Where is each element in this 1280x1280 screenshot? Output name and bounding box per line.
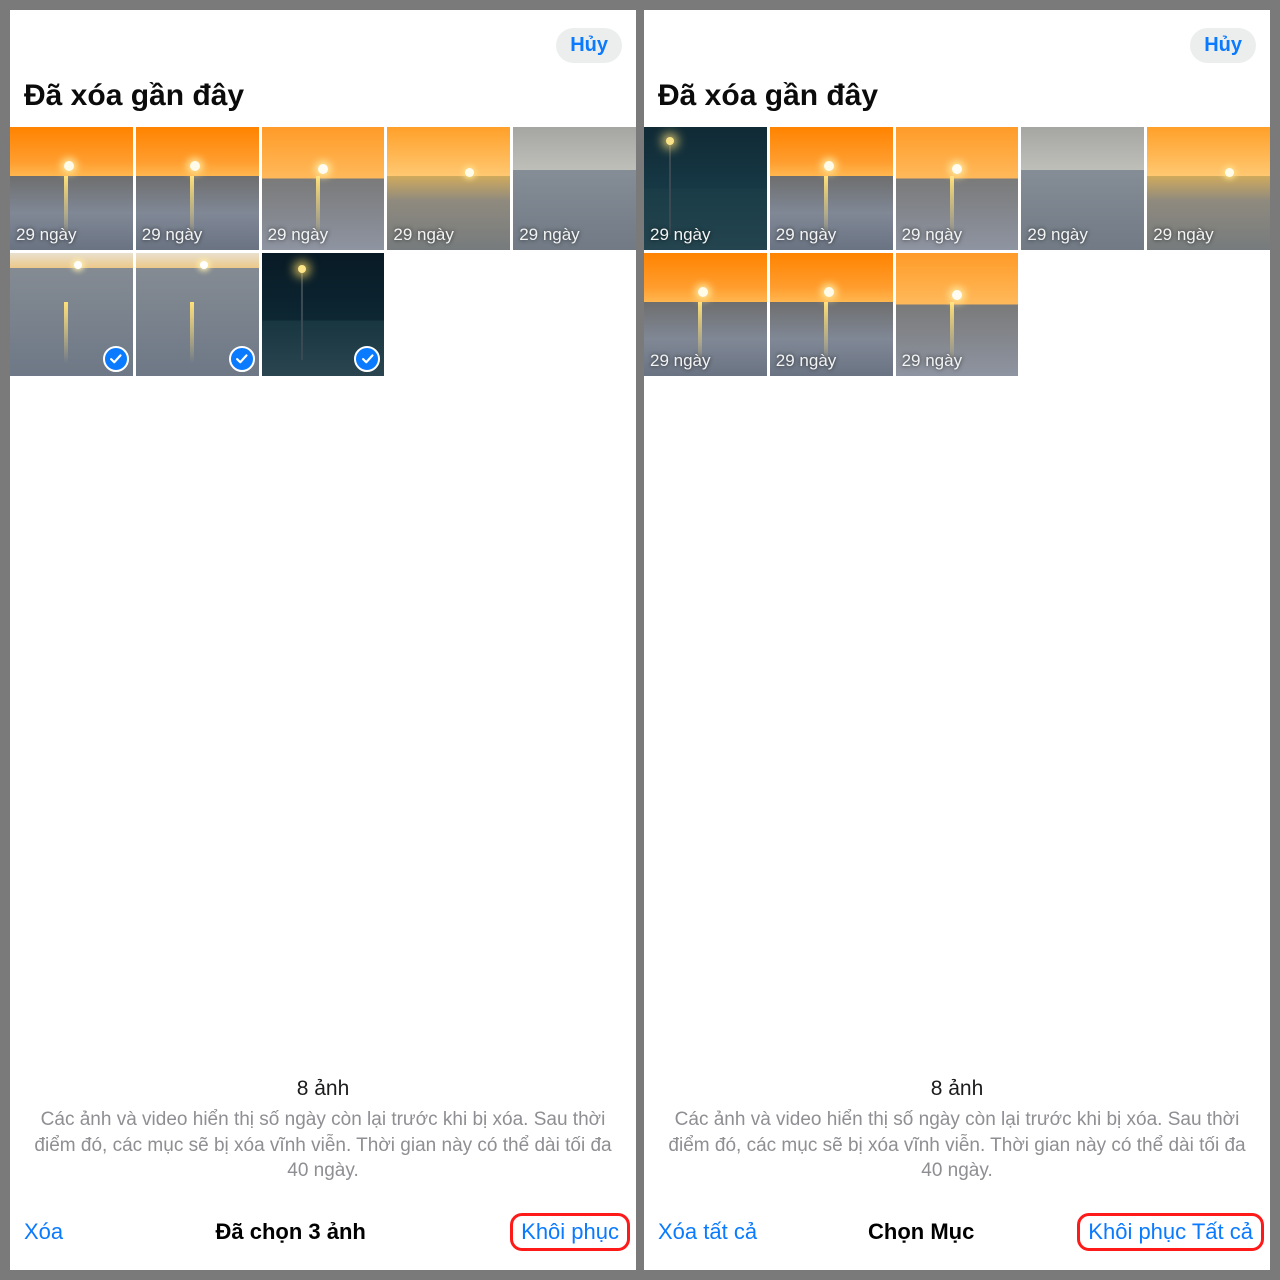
summary: 8 ảnh Các ảnh và video hiển thị số ngày … [644,1077,1270,1202]
photo-thumbnail[interactable]: 29 ngày [896,127,1019,250]
cancel-button[interactable]: Hủy [556,28,622,63]
summary-description: Các ảnh và video hiển thị số ngày còn lạ… [22,1107,624,1184]
recover-all-button[interactable]: Khôi phục Tất cả [1077,1213,1264,1251]
photo-thumbnail[interactable]: 29 ngày [513,127,636,250]
photo-count: 8 ảnh [22,1077,624,1101]
page-title: Đã xóa gần đây [644,69,1270,127]
days-remaining-label: 29 ngày [902,351,963,371]
topbar: Hủy [10,10,636,69]
selection-status: Đã chọn 3 ảnh [63,1219,518,1245]
days-remaining-label: 29 ngày [519,225,580,245]
days-remaining-label: 29 ngày [268,225,329,245]
photo-thumbnail[interactable] [136,253,259,376]
selected-check-icon [103,346,129,372]
pane-left: Hủy Đã xóa gần đây 29 ngày29 ngày29 ngày… [10,10,636,1270]
select-mode-label: Chọn Mục [757,1219,1085,1245]
days-remaining-label: 29 ngày [142,225,203,245]
selected-check-icon [354,346,380,372]
photo-grid: 29 ngày 29 ngày 29 ngày 29 ngày 29 ngày 29 ng… [644,127,1270,376]
photo-thumbnail[interactable]: 29 ngày [1021,127,1144,250]
photo-thumbnail[interactable]: 29 ngày [10,127,133,250]
bottom-toolbar: Xóa tất cả Chọn Mục Khôi phục Tất cả [644,1202,1270,1270]
days-remaining-label: 29 ngày [650,351,711,371]
photo-thumbnail[interactable]: 29 ngày [136,127,259,250]
days-remaining-label: 29 ngày [1153,225,1214,245]
days-remaining-label: 29 ngày [776,225,837,245]
photo-thumbnail[interactable]: 29 ngày [644,253,767,376]
selected-check-icon [229,346,255,372]
delete-all-button[interactable]: Xóa tất cả [658,1219,757,1245]
cancel-button[interactable]: Hủy [1190,28,1256,63]
bottom-toolbar: Xóa Đã chọn 3 ảnh Khôi phục [10,1202,636,1270]
pane-right: Hủy Đã xóa gần đây 29 ngày29 ngày29 ngày… [644,10,1270,1270]
photo-count: 8 ảnh [656,1077,1258,1101]
days-remaining-label: 29 ngày [776,351,837,371]
summary: 8 ảnh Các ảnh và video hiển thị số ngày … [10,1077,636,1202]
photo-thumbnail[interactable]: 29 ngày [770,127,893,250]
photo-thumbnail[interactable] [10,253,133,376]
photo-thumbnail[interactable] [262,253,385,376]
days-remaining-label: 29 ngày [16,225,77,245]
photo-thumbnail[interactable]: 29 ngày [770,253,893,376]
days-remaining-label: 29 ngày [1027,225,1088,245]
photo-thumbnail[interactable]: 29 ngày [1147,127,1270,250]
page-title: Đã xóa gần đây [10,69,636,127]
summary-description: Các ảnh và video hiển thị số ngày còn lạ… [656,1107,1258,1184]
photo-thumbnail[interactable]: 29 ngày [896,253,1019,376]
days-remaining-label: 29 ngày [393,225,454,245]
topbar: Hủy [644,10,1270,69]
delete-button[interactable]: Xóa [24,1219,63,1245]
days-remaining-label: 29 ngày [650,225,711,245]
recover-button[interactable]: Khôi phục [510,1213,630,1251]
photo-thumbnail[interactable]: 29 ngày [644,127,767,250]
days-remaining-label: 29 ngày [902,225,963,245]
photo-thumbnail[interactable]: 29 ngày [262,127,385,250]
photo-thumbnail[interactable]: 29 ngày [387,127,510,250]
photo-grid: 29 ngày 29 ngày 29 ngày 29 ngày 29 ngày [10,127,636,376]
